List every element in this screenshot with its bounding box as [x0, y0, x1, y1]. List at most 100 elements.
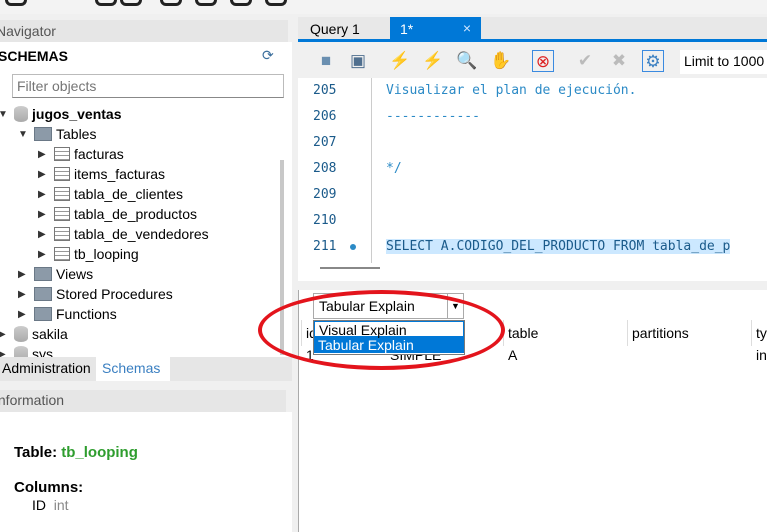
- table-icon: [54, 147, 70, 161]
- line-number: 208: [313, 161, 337, 176]
- collapsed-arrow-icon[interactable]: ▶: [18, 309, 30, 320]
- information-header: Information: [0, 390, 286, 412]
- sql-toolbar: ■ ▣ ⚡ ⚡ 🔍 ✋ ⊗ ✔ ✖ ⚙ Limit to 1000 r: [298, 45, 767, 78]
- database-icon: [14, 106, 28, 122]
- table-icon: [54, 247, 70, 261]
- tree-item-label: facturas: [74, 146, 124, 162]
- tree-item[interactable]: ▶ facturas: [38, 144, 124, 164]
- sql-editor[interactable]: 205 Visualizar el plan de ejecución. 206 --…: [298, 78, 767, 263]
- collapsed-arrow-icon[interactable]: ▶: [38, 209, 50, 220]
- table-icon: [54, 207, 70, 221]
- table-icon: [54, 227, 70, 241]
- code-line: Visualizar el plan de ejecución.: [386, 83, 637, 98]
- column-type: int: [53, 497, 69, 513]
- database-icon: [14, 326, 28, 342]
- tree-item[interactable]: ▼ Tables: [18, 124, 96, 144]
- tab-schemas[interactable]: Schemas: [96, 357, 170, 381]
- tree-item[interactable]: ▶ tabla_de_clientes: [38, 184, 183, 204]
- tree-item[interactable]: ▶ items_facturas: [38, 164, 165, 184]
- tree-item[interactable]: ▶ tabla_de_productos: [38, 204, 197, 224]
- column-header[interactable]: partitions: [627, 320, 751, 346]
- collapsed-arrow-icon[interactable]: ▶: [38, 189, 50, 200]
- tree-item-label: items_facturas: [74, 166, 166, 182]
- collapsed-arrow-icon[interactable]: ▶: [18, 269, 30, 280]
- tree-item-label: tb_looping: [74, 246, 139, 262]
- tree-item-label: sakila: [32, 326, 68, 342]
- tree-item[interactable]: ▶ Functions: [18, 304, 117, 324]
- tab-administration[interactable]: Administration: [0, 357, 97, 381]
- tree-item-label: tabla_de_clientes: [74, 186, 183, 202]
- expanded-arrow-icon[interactable]: ▼: [0, 109, 10, 120]
- red-highlight-ellipse: [258, 290, 505, 370]
- collapsed-arrow-icon[interactable]: ▶: [18, 289, 30, 300]
- folder-icon: [34, 307, 52, 321]
- navigator-header: Navigator: [0, 20, 288, 42]
- tree-item-label: jugos_ventas: [32, 106, 122, 122]
- tree-item[interactable]: ▼ jugos_ventas: [0, 104, 121, 124]
- tree-item-label: Functions: [56, 306, 117, 322]
- line-number: 206: [313, 109, 337, 124]
- tree-item-label: tabla_de_productos: [74, 206, 197, 222]
- commit-icon[interactable]: ✔: [574, 50, 596, 72]
- tree-item-label: tabla_de_vendedores: [74, 226, 209, 242]
- information-panel: Table: tb_looping Columns: ID int: [0, 412, 292, 532]
- limit-rows-select[interactable]: Limit to 1000 r: [680, 50, 767, 74]
- schemas-label: SCHEMAS: [0, 48, 69, 64]
- navigator-tabs: Administration Schemas: [0, 357, 292, 381]
- tab-1[interactable]: 1* ×: [390, 17, 481, 42]
- tree-item[interactable]: ▶ sakila: [0, 324, 68, 344]
- current-line-dot-icon: [350, 244, 356, 250]
- collapsed-arrow-icon[interactable]: ▶: [38, 229, 50, 240]
- table-label: Table:: [14, 444, 58, 461]
- table-name: tb_looping: [61, 444, 138, 461]
- autocommit-icon[interactable]: ⚙: [642, 50, 664, 72]
- execute-icon[interactable]: ⚡: [389, 50, 411, 72]
- tree-item-label: Stored Procedures: [56, 286, 173, 302]
- line-number: 210: [313, 213, 337, 228]
- code-line: */: [386, 161, 402, 176]
- stop-icon[interactable]: ✋: [490, 50, 512, 72]
- code-line: ------------: [386, 109, 480, 124]
- rollback-icon[interactable]: ✖: [608, 50, 630, 72]
- collapsed-arrow-icon[interactable]: ▶: [38, 169, 50, 180]
- editor-hscroll[interactable]: [298, 263, 767, 281]
- collapsed-arrow-icon[interactable]: ▶: [38, 149, 50, 160]
- explain-icon[interactable]: 🔍: [456, 50, 478, 72]
- save-icon[interactable]: ▣: [347, 50, 369, 72]
- tree-item[interactable]: ▶ tb_looping: [38, 244, 139, 264]
- column-header[interactable]: ty: [751, 320, 767, 346]
- line-number: 209: [313, 187, 337, 202]
- toggle-error-icon[interactable]: ⊗: [532, 50, 554, 72]
- execute-current-icon[interactable]: ⚡: [422, 50, 444, 72]
- tab-label: 1*: [400, 21, 414, 37]
- line-number: 207: [313, 135, 337, 150]
- filter-objects-input[interactable]: [12, 74, 284, 98]
- table-icon: [54, 187, 70, 201]
- query-tabs: Query 1 1* ×: [298, 17, 767, 42]
- tree-item-label: Views: [56, 266, 94, 282]
- tree-item[interactable]: ▶ tabla_de_vendedores: [38, 224, 209, 244]
- table-cell: A: [508, 347, 518, 363]
- code-line: SELECT A.CODIGO_DEL_PRODUCTO FROM tabla_…: [386, 239, 731, 254]
- refresh-icon[interactable]: ⟳: [262, 47, 274, 64]
- tree-item[interactable]: ▶ Stored Procedures: [18, 284, 173, 304]
- tab-query-1[interactable]: Query 1: [300, 17, 390, 42]
- table-cell: in: [756, 347, 767, 363]
- folder-icon: [34, 287, 52, 301]
- column-header[interactable]: table: [503, 320, 627, 346]
- close-tab-icon[interactable]: ×: [463, 20, 471, 36]
- expanded-arrow-icon[interactable]: ▼: [18, 129, 30, 140]
- open-file-icon[interactable]: ■: [315, 50, 337, 72]
- folder-icon: [34, 127, 52, 141]
- line-number: 211: [313, 239, 337, 254]
- main-toolbar: [0, 0, 767, 14]
- gutter-line: [371, 78, 372, 263]
- line-number: 205: [313, 83, 337, 98]
- collapsed-arrow-icon[interactable]: ▶: [38, 249, 50, 260]
- column-name: ID: [32, 497, 46, 513]
- tree-item[interactable]: ▶ Views: [18, 264, 93, 284]
- table-icon: [54, 167, 70, 181]
- folder-icon: [34, 267, 52, 281]
- tree-item-label: Tables: [56, 126, 97, 142]
- collapsed-arrow-icon[interactable]: ▶: [0, 329, 10, 340]
